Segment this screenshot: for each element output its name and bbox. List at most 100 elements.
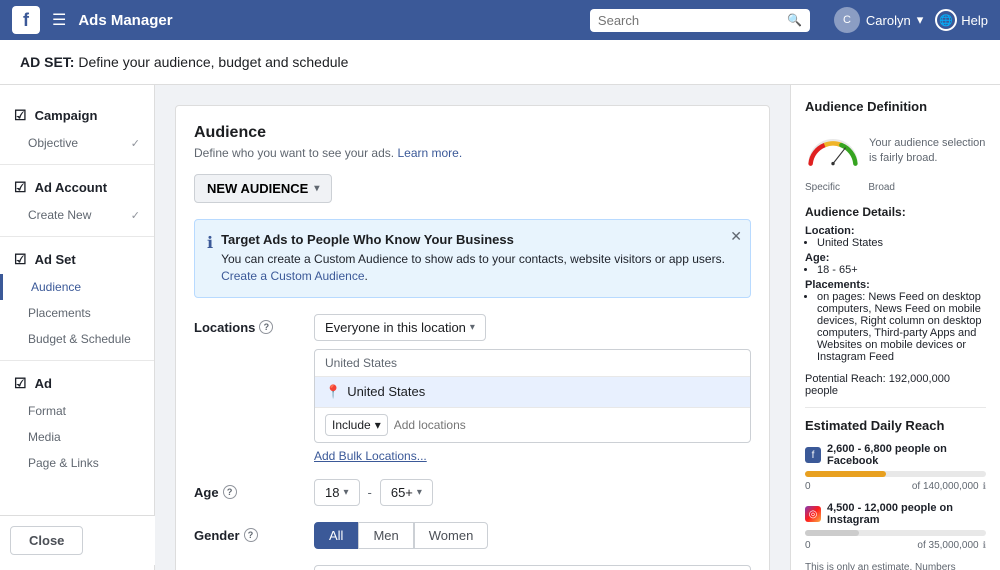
- sidebar-item-format[interactable]: Format: [0, 398, 154, 424]
- sidebar-item-page-links[interactable]: Page & Links: [0, 450, 154, 476]
- audience-details-title: Audience Details:: [805, 205, 986, 219]
- facebook-reach-info-icon[interactable]: ℹ: [983, 481, 986, 492]
- potential-reach: Potential Reach: 192,000,000 people: [805, 373, 986, 397]
- audience-details-list: Location: United States Age: 18 - 65+ Pl…: [805, 225, 986, 363]
- include-select[interactable]: Include ▾: [325, 414, 388, 436]
- detail-placements-value: on pages: News Feed on desktop computers…: [817, 291, 986, 363]
- gauge-text: Your audience selection is fairly broad.: [869, 136, 986, 167]
- gender-women-button[interactable]: Women: [414, 522, 489, 549]
- reach-disclaimer: This is only an estimate. Numbers shown …: [805, 561, 986, 570]
- location-box: United States 📍 United States Include ▾: [314, 349, 751, 443]
- instagram-reach-text: 4,500 - 12,000 people on Instagram: [827, 502, 986, 526]
- facebook-logo: f: [12, 6, 40, 34]
- broad-label: Broad: [868, 182, 895, 193]
- audience-card: Audience Define who you want to see your…: [175, 105, 770, 570]
- facebook-reach-meta: 0 of 140,000,000 ℹ: [805, 481, 986, 492]
- detail-location-value: United States: [817, 237, 986, 249]
- app-title: Ads Manager: [78, 12, 578, 29]
- ad-set-label: AD SET:: [20, 54, 74, 70]
- add-locations-input[interactable]: [394, 418, 740, 432]
- new-audience-button[interactable]: NEW AUDIENCE ▾: [194, 174, 332, 203]
- nav-right: C Carolyn ▾ 🌐 Help: [834, 7, 988, 33]
- location-dropdown[interactable]: Everyone in this location ▾: [314, 314, 486, 341]
- languages-row: Languages ?: [194, 565, 751, 570]
- gauge-container: Your audience selection is fairly broad.…: [805, 126, 986, 193]
- gender-all-button[interactable]: All: [314, 522, 358, 549]
- gender-help-icon[interactable]: ?: [244, 528, 258, 542]
- info-box: ℹ Target Ads to People Who Know Your Bus…: [194, 219, 751, 298]
- facebook-reach-bar: [805, 471, 886, 477]
- gender-buttons: All Men Women: [314, 522, 751, 549]
- chevron-down-icon: ▾: [314, 183, 319, 194]
- search-bar[interactable]: 🔍: [590, 9, 810, 32]
- gauge-row: Your audience selection is fairly broad.: [805, 126, 986, 176]
- sidebar-section-ad-account: ☑ Ad Account Create New ✓: [0, 173, 154, 228]
- sidebar-item-ad[interactable]: ☑ Ad: [0, 369, 154, 398]
- estimated-daily-reach-title: Estimated Daily Reach: [805, 407, 986, 433]
- age-control: 18 ▾ - 65+ ▾: [314, 479, 751, 506]
- locations-help-icon[interactable]: ?: [259, 320, 273, 334]
- languages-control: [314, 565, 751, 570]
- gender-control: All Men Women: [314, 522, 751, 549]
- user-menu[interactable]: C Carolyn ▾: [834, 7, 923, 33]
- learn-more-link[interactable]: Learn more.: [397, 146, 462, 160]
- gender-label: Gender ?: [194, 522, 304, 543]
- sidebar-item-campaign[interactable]: ☑ Campaign: [0, 101, 154, 130]
- ad-account-icon: ☑: [14, 179, 27, 196]
- sidebar-item-budget-schedule[interactable]: Budget & Schedule: [0, 326, 154, 352]
- gender-men-button[interactable]: Men: [358, 522, 413, 549]
- close-button[interactable]: Close: [10, 526, 83, 555]
- detail-age-value: 18 - 65+: [817, 264, 986, 276]
- main-content: Audience Define who you want to see your…: [155, 85, 790, 570]
- user-name: Carolyn: [866, 13, 911, 28]
- audience-gauge: [805, 126, 861, 176]
- main-layout: ☑ Campaign Objective ✓ ☑ Ad Account Crea…: [0, 85, 1000, 570]
- top-nav: f ☰ Ads Manager 🔍 C Carolyn ▾ 🌐 Help: [0, 0, 1000, 40]
- locations-row: Locations ? Everyone in this location ▾ …: [194, 314, 751, 463]
- sidebar-item-objective[interactable]: Objective ✓: [0, 130, 154, 156]
- close-info-icon[interactable]: ✕: [730, 228, 742, 245]
- sidebar-item-media[interactable]: Media: [0, 424, 154, 450]
- include-chevron-icon: ▾: [375, 418, 381, 432]
- sidebar-item-create-new[interactable]: Create New ✓: [0, 202, 154, 228]
- sidebar-item-placements[interactable]: Placements: [0, 300, 154, 326]
- sidebar-section-campaign: ☑ Campaign Objective ✓: [0, 101, 154, 156]
- sidebar-item-ad-account[interactable]: ☑ Ad Account: [0, 173, 154, 202]
- facebook-icon: f: [805, 447, 821, 463]
- detail-placements: Placements: on pages: News Feed on deskt…: [805, 279, 986, 363]
- age-min-chevron: ▾: [343, 487, 348, 498]
- search-icon: 🔍: [787, 13, 802, 27]
- add-bulk-link[interactable]: Add Bulk Locations...: [314, 449, 427, 463]
- age-min-select[interactable]: 18 ▾: [314, 479, 360, 506]
- sidebar: ☑ Campaign Objective ✓ ☑ Ad Account Crea…: [0, 85, 155, 570]
- instagram-reach-info-icon[interactable]: ℹ: [983, 540, 986, 551]
- avatar: C: [834, 7, 860, 33]
- instagram-icon: ◎: [805, 506, 821, 522]
- sidebar-section-ad: ☑ Ad Format Media Page & Links: [0, 369, 154, 476]
- languages-input[interactable]: [314, 565, 751, 570]
- audience-definition-title: Audience Definition: [805, 99, 986, 114]
- instagram-total-label: of 35,000,000: [917, 540, 978, 551]
- gauge-labels: Specific Broad: [805, 182, 895, 193]
- age-controls: 18 ▾ - 65+ ▾: [314, 479, 751, 506]
- search-input[interactable]: [598, 13, 781, 28]
- info-box-title: Target Ads to People Who Know Your Busin…: [221, 232, 738, 247]
- facebook-reach: f 2,600 - 6,800 people on Facebook 0 of …: [805, 443, 986, 492]
- hamburger-icon[interactable]: ☰: [52, 10, 66, 30]
- age-row: Age ? 18 ▾ - 65+ ▾: [194, 479, 751, 506]
- help-button[interactable]: 🌐 Help: [935, 9, 988, 31]
- age-dash: -: [368, 485, 372, 500]
- age-help-icon[interactable]: ?: [223, 485, 237, 499]
- instagram-zero-label: 0: [805, 540, 811, 551]
- sidebar-item-audience[interactable]: Audience: [0, 274, 154, 300]
- globe-icon: 🌐: [935, 9, 957, 31]
- chevron-down-icon: ▾: [917, 12, 924, 28]
- custom-audience-link[interactable]: Create a Custom Audience: [221, 269, 364, 283]
- sidebar-item-ad-set[interactable]: ☑ Ad Set: [0, 245, 154, 274]
- audience-subtitle: Define who you want to see your ads. Lea…: [194, 146, 751, 160]
- age-max-select[interactable]: 65+ ▾: [380, 479, 433, 506]
- specific-label: Specific: [805, 182, 840, 193]
- instagram-reach-bar-container: [805, 530, 986, 536]
- audience-title: Audience: [194, 124, 751, 142]
- instagram-reach: ◎ 4,500 - 12,000 people on Instagram 0 o…: [805, 502, 986, 551]
